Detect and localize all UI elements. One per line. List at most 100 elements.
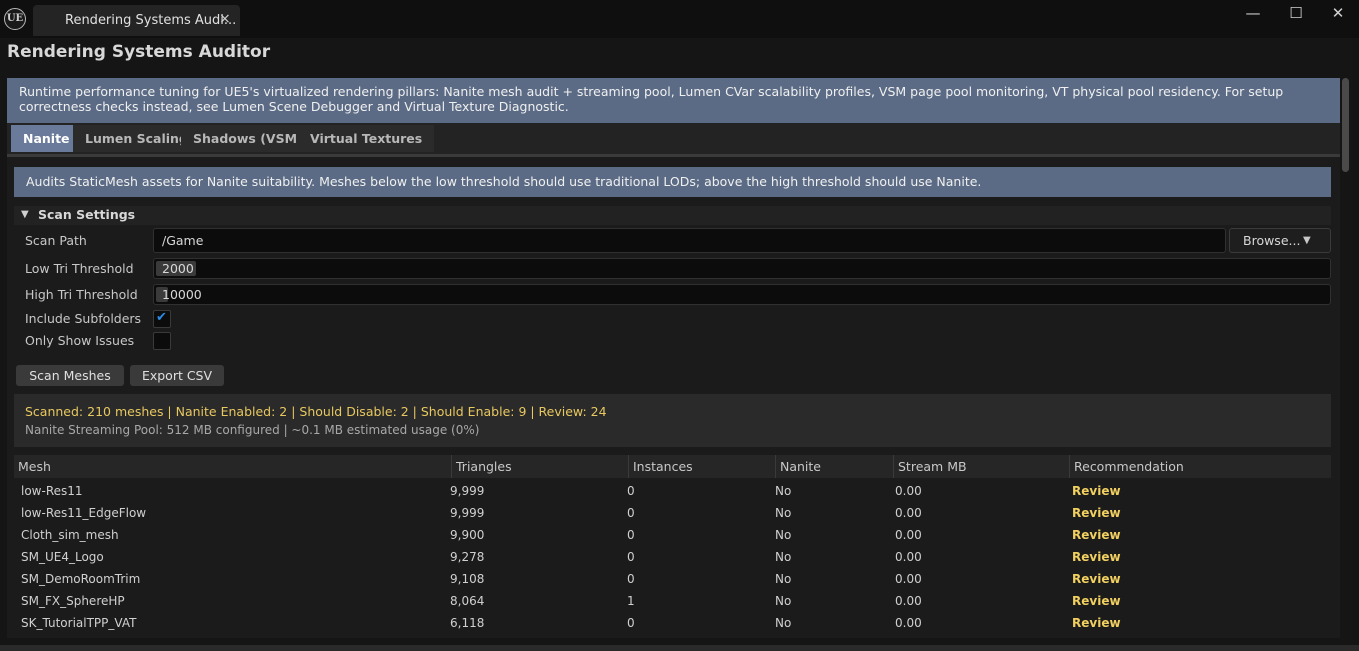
low-tri-label: Low Tri Threshold [25, 261, 134, 276]
cell-triangles: 9,999 [450, 506, 485, 520]
column-header-stream-mb[interactable]: Stream MB [893, 455, 1069, 478]
high-tri-label: High Tri Threshold [25, 287, 138, 302]
title-bar: UE Rendering Systems Audi... × — ☐ ✕ [0, 0, 1359, 38]
cell-stream-mb: 0.00 [895, 484, 922, 498]
cell-instances: 1 [627, 594, 635, 608]
scan-settings-header[interactable]: ▼ Scan Settings [14, 206, 1331, 225]
table-row[interactable]: SM_FX_SphereHP 8,064 1 No 0.00 Review [14, 590, 1331, 612]
column-header-recommendation[interactable]: Recommendation [1069, 455, 1331, 478]
cell-recommendation[interactable]: Review [1072, 524, 1121, 546]
cell-stream-mb: 0.00 [895, 506, 922, 520]
cell-mesh: Cloth_sim_mesh [21, 528, 119, 542]
browse-button[interactable]: Browse... ▼ [1229, 228, 1331, 253]
high-tri-value: 10000 [162, 287, 202, 302]
cell-mesh: SM_FX_SphereHP [21, 594, 125, 608]
low-tri-value: 2000 [162, 261, 194, 276]
status-bar [0, 645, 1359, 651]
tab-bar: Nanite Lumen Scaling Shadows (VSM) Virtu… [7, 123, 1340, 154]
cell-instances: 0 [627, 572, 635, 586]
editor-tab[interactable]: Rendering Systems Audi... × [33, 5, 240, 36]
auditor-panel: Runtime performance tuning for UE5's vir… [7, 78, 1340, 638]
cell-recommendation[interactable]: Review [1072, 590, 1121, 612]
only-show-issues-label: Only Show Issues [25, 333, 135, 348]
cell-mesh: SM_DemoRoomTrim [21, 572, 141, 586]
scan-settings-title: Scan Settings [38, 207, 136, 222]
column-header-mesh[interactable]: Mesh [14, 455, 451, 478]
close-window-icon[interactable]: ✕ [1323, 4, 1353, 26]
cell-mesh: low-Res11 [21, 484, 83, 498]
cell-recommendation[interactable]: Review [1072, 480, 1121, 502]
column-header-triangles[interactable]: Triangles [451, 455, 628, 478]
cell-nanite: No [775, 572, 792, 586]
minimize-icon[interactable]: — [1238, 4, 1268, 26]
cell-recommendation[interactable]: Review [1072, 546, 1121, 568]
vertical-scrollbar[interactable] [1340, 78, 1352, 638]
table-row[interactable]: Cloth_sim_mesh 9,900 0 No 0.00 Review [14, 524, 1331, 546]
cell-nanite: No [775, 616, 792, 630]
table-row[interactable]: SM_UE4_Logo 9,278 0 No 0.00 Review [14, 546, 1331, 568]
table-row[interactable]: low-Res11_EdgeFlow 9,999 0 No 0.00 Review [14, 502, 1331, 524]
summary-counts: Scanned: 210 meshes | Nanite Enabled: 2 … [25, 404, 607, 419]
table-row[interactable]: low-Res11 9,999 0 No 0.00 Review [14, 480, 1331, 502]
editor-tab-title: Rendering Systems Audi... [65, 13, 237, 28]
column-header-nanite[interactable]: Nanite [775, 455, 893, 478]
intro-banner: Runtime performance tuning for UE5's vir… [7, 78, 1340, 123]
page-title: Rendering Systems Auditor [7, 42, 271, 62]
scan-summary: Scanned: 210 meshes | Nanite Enabled: 2 … [14, 394, 1331, 447]
include-subfolders-checkbox[interactable]: ✔ [153, 310, 171, 328]
cell-instances: 0 [627, 528, 635, 542]
scan-meshes-button[interactable]: Scan Meshes [16, 365, 124, 386]
collapse-triangle-icon[interactable]: ▼ [21, 209, 29, 220]
summary-streaming-pool: Nanite Streaming Pool: 512 MB configured… [25, 423, 480, 437]
cell-mesh: low-Res11_EdgeFlow [21, 506, 147, 520]
cell-triangles: 6,118 [450, 616, 485, 630]
scan-path-value: /Game [162, 233, 204, 248]
scan-path-input[interactable]: /Game [153, 228, 1226, 253]
cell-nanite: No [775, 550, 792, 564]
cell-recommendation[interactable]: Review [1072, 502, 1121, 524]
cell-stream-mb: 0.00 [895, 528, 922, 542]
cell-nanite: No [775, 484, 792, 498]
cell-triangles: 9,999 [450, 484, 485, 498]
column-header-instances[interactable]: Instances [628, 455, 775, 478]
cell-triangles: 9,278 [450, 550, 485, 564]
maximize-icon[interactable]: ☐ [1281, 4, 1311, 26]
scrollbar-thumb[interactable] [1342, 78, 1349, 172]
cell-recommendation[interactable]: Review [1072, 568, 1121, 590]
scan-path-label: Scan Path [25, 233, 87, 248]
unreal-logo-icon: UE [4, 8, 26, 30]
cell-mesh: SM_UE4_Logo [21, 550, 104, 564]
cell-stream-mb: 0.00 [895, 572, 922, 586]
close-tab-icon[interactable]: × [219, 11, 231, 27]
cell-triangles: 9,900 [450, 528, 485, 542]
only-show-issues-checkbox[interactable] [153, 332, 171, 350]
cell-nanite: No [775, 506, 792, 520]
tab-shadows-vsm[interactable]: Shadows (VSM) [181, 125, 315, 152]
cell-nanite: No [775, 528, 792, 542]
tab-nanite[interactable]: Nanite [11, 125, 82, 152]
table-row[interactable]: SK_TutorialTPP_VAT 6,118 0 No 0.00 Review [14, 612, 1331, 634]
cell-triangles: 9,108 [450, 572, 485, 586]
tab-virtual-textures[interactable]: Virtual Textures [298, 125, 435, 152]
table-row[interactable]: SM_DemoRoomTrim 9,108 0 No 0.00 Review [14, 568, 1331, 590]
cell-instances: 0 [627, 550, 635, 564]
cell-instances: 0 [627, 506, 635, 520]
cell-mesh: SK_TutorialTPP_VAT [21, 616, 137, 630]
checkmark-icon: ✔ [156, 310, 167, 325]
include-subfolders-label: Include Subfolders [25, 311, 142, 326]
cell-stream-mb: 0.00 [895, 616, 922, 630]
browse-label: Browse... [1243, 233, 1301, 248]
cell-instances: 0 [627, 484, 635, 498]
nanite-description-banner: Audits StaticMesh assets for Nanite suit… [14, 167, 1331, 197]
export-csv-button[interactable]: Export CSV [130, 365, 224, 386]
low-tri-threshold-input[interactable]: 2000 [153, 258, 1331, 279]
cell-instances: 0 [627, 616, 635, 630]
cell-recommendation[interactable]: Review [1072, 612, 1121, 634]
high-tri-threshold-input[interactable]: 10000 [153, 284, 1331, 305]
chevron-down-icon: ▼ [1303, 235, 1311, 246]
cell-nanite: No [775, 594, 792, 608]
table-header: Mesh Triangles Instances Nanite Stream M… [14, 455, 1331, 478]
cell-stream-mb: 0.00 [895, 550, 922, 564]
cell-triangles: 8,064 [450, 594, 485, 608]
tab-divider [7, 154, 1340, 157]
